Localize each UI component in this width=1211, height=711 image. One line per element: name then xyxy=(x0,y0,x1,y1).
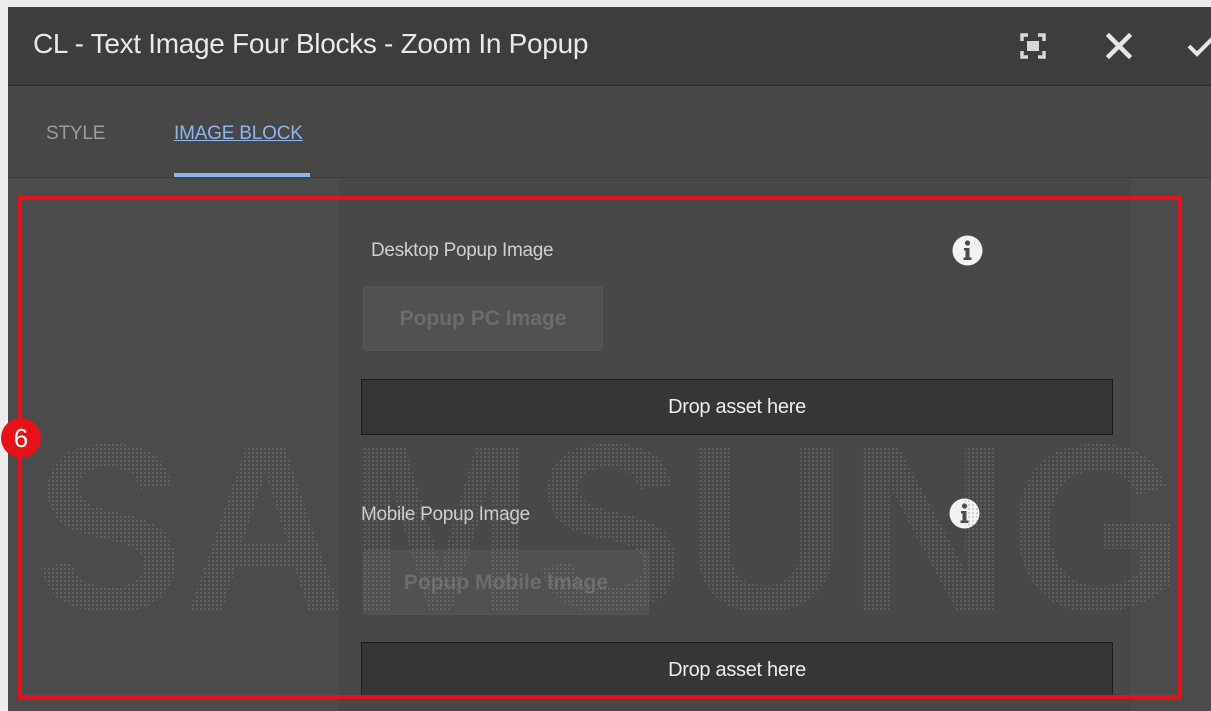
active-tab-indicator xyxy=(174,173,310,177)
popup-mobile-image-button[interactable]: Popup Mobile Image xyxy=(363,550,649,615)
desktop-popup-image-label: Desktop Popup Image xyxy=(371,240,554,261)
tab-bar: STYLE IMAGE BLOCK xyxy=(8,87,1211,178)
fullscreen-icon xyxy=(1020,33,1046,59)
fullscreen-button[interactable] xyxy=(1018,31,1048,61)
step-number-badge: 6 xyxy=(1,418,41,458)
tab-image-block[interactable]: IMAGE BLOCK xyxy=(174,123,303,145)
mobile-popup-image-label: Mobile Popup Image xyxy=(361,504,530,525)
form-panel: Desktop Popup Image Popup PC Image Drop … xyxy=(340,179,1130,711)
done-button[interactable] xyxy=(1186,31,1211,61)
close-icon xyxy=(1105,32,1133,60)
info-icon[interactable] xyxy=(948,497,981,530)
dialog: CL - Text Image Four Blocks - Zoom In Po… xyxy=(8,7,1211,711)
desktop-drop-zone[interactable]: Drop asset here xyxy=(361,379,1113,435)
tab-content: Desktop Popup Image Popup PC Image Drop … xyxy=(8,179,1211,711)
tab-style[interactable]: STYLE xyxy=(46,123,105,145)
info-icon[interactable] xyxy=(951,234,984,267)
checkmark-icon xyxy=(1187,37,1211,57)
mobile-drop-zone[interactable]: Drop asset here xyxy=(361,642,1113,698)
dialog-title: CL - Text Image Four Blocks - Zoom In Po… xyxy=(33,28,589,59)
popup-pc-image-button[interactable]: Popup PC Image xyxy=(363,286,603,351)
close-button[interactable] xyxy=(1104,31,1134,61)
dialog-title-bar: CL - Text Image Four Blocks - Zoom In Po… xyxy=(8,7,1211,86)
